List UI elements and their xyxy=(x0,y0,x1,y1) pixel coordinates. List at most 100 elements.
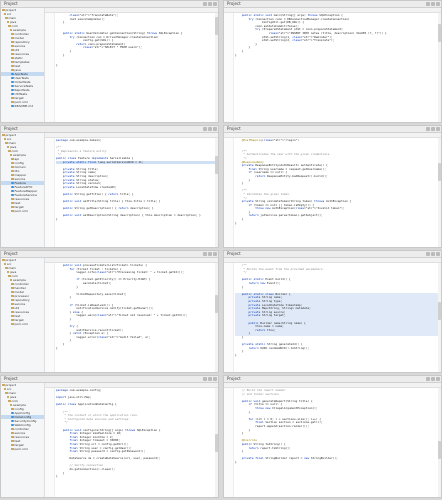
maximize-icon[interactable] xyxy=(431,2,435,6)
close-icon[interactable] xyxy=(213,377,217,381)
minimize-icon[interactable] xyxy=(203,2,207,6)
folder-icon xyxy=(11,177,14,181)
minimize-icon[interactable] xyxy=(203,252,207,256)
folder-icon xyxy=(11,286,14,290)
ide-window: Project AuthController.java @PostMapping(… xyxy=(223,125,442,248)
folder-icon xyxy=(11,431,14,435)
vertical-scrollbar[interactable] xyxy=(438,263,441,372)
close-icon[interactable] xyxy=(436,2,440,6)
line-gutter xyxy=(224,388,234,497)
folder-icon xyxy=(11,169,14,173)
editor-tabs: EventBuilder.java xyxy=(224,258,441,263)
minimize-icon[interactable] xyxy=(203,127,207,131)
folder-icon xyxy=(11,36,14,40)
vertical-scrollbar[interactable] xyxy=(438,138,441,247)
maximize-icon[interactable] xyxy=(431,252,435,256)
scrollbar-thumb[interactable] xyxy=(215,434,218,452)
editor-tabs: UserService.java xyxy=(45,8,218,13)
tree-item[interactable]: pom.xml xyxy=(1,447,44,451)
line-gutter xyxy=(224,13,234,122)
tree-item[interactable]: pom.xml xyxy=(1,209,44,213)
code-editor[interactable]: QueryRunner.java public static void main… xyxy=(224,8,441,122)
window-title-label: Project xyxy=(227,1,241,6)
scrollbar-thumb[interactable] xyxy=(438,302,441,320)
folder-icon xyxy=(11,318,14,322)
maximize-icon[interactable] xyxy=(208,127,212,131)
folder-icon xyxy=(8,149,11,153)
code-editor[interactable]: ReportGenerator.java // Build the report… xyxy=(224,383,441,497)
vertical-scrollbar[interactable] xyxy=(215,138,218,247)
folder-icon xyxy=(11,314,14,318)
editor-tabs: QueryRunner.java xyxy=(224,8,441,13)
java-file-icon xyxy=(11,189,14,193)
scrollbar-thumb[interactable] xyxy=(438,441,441,459)
minimize-icon[interactable] xyxy=(426,127,430,131)
vertical-scrollbar[interactable] xyxy=(215,263,218,372)
minimize-icon[interactable] xyxy=(426,252,430,256)
code-line: } xyxy=(56,218,58,222)
maximize-icon[interactable] xyxy=(208,252,212,256)
minimize-icon[interactable] xyxy=(426,2,430,6)
maximize-icon[interactable] xyxy=(208,377,212,381)
folder-icon xyxy=(11,205,14,209)
folder-icon xyxy=(11,40,14,44)
maximize-icon[interactable] xyxy=(208,2,212,6)
vertical-scrollbar[interactable] xyxy=(438,388,441,497)
folder-icon xyxy=(11,322,14,326)
folder-icon xyxy=(11,44,14,48)
vertical-scrollbar[interactable] xyxy=(215,388,218,497)
folder-icon xyxy=(11,32,14,36)
window-title-label: Project xyxy=(4,1,18,6)
folder-icon xyxy=(11,52,14,56)
close-icon[interactable] xyxy=(213,2,217,6)
maximize-icon[interactable] xyxy=(431,127,435,131)
vertical-scrollbar[interactable] xyxy=(438,13,441,122)
project-tree: project src main java com example controller ha… xyxy=(1,258,45,372)
editor-tabs: TicketProcessor.java xyxy=(45,258,218,263)
tree-item-label: README.md xyxy=(14,104,34,108)
code-editor[interactable]: EventBuilder.java /** * Builds the event… xyxy=(224,258,441,372)
folder-icon xyxy=(5,266,8,270)
ide-window: Project project src main java com example contr… xyxy=(0,0,219,123)
minimize-icon[interactable] xyxy=(426,377,430,381)
code-editor[interactable]: TicketProcessor.java public void process… xyxy=(45,258,218,372)
tree-item[interactable]: pom.xml xyxy=(1,322,44,326)
code-line: } xyxy=(235,353,237,357)
code-editor[interactable]: DataConfig.javapackage com.example.confi… xyxy=(45,383,218,497)
folder-icon xyxy=(6,20,9,24)
editor-tabs: Feature.java xyxy=(45,133,218,138)
tree-item[interactable]: README.md xyxy=(1,104,44,108)
ide-window: Project project src main java com example confi… xyxy=(0,375,219,498)
close-icon[interactable] xyxy=(213,252,217,256)
close-icon[interactable] xyxy=(213,127,217,131)
code-area: package com.example.domain;/** * Represe… xyxy=(56,139,218,247)
code-editor[interactable]: UserService.java class="str">"TranslateN… xyxy=(45,8,218,122)
scrollbar-thumb[interactable] xyxy=(438,163,441,181)
folder-icon xyxy=(9,278,12,282)
folder-icon xyxy=(11,427,14,431)
project-tree: project src main java com example config AppCon… xyxy=(1,383,45,497)
window-title: Project xyxy=(224,1,441,8)
vertical-scrollbar[interactable] xyxy=(215,13,218,122)
folder-icon xyxy=(11,165,14,169)
close-icon[interactable] xyxy=(436,127,440,131)
editor-tabs: DataConfig.java xyxy=(45,383,218,388)
scrollbar-thumb[interactable] xyxy=(438,24,441,42)
window-title: Project xyxy=(224,251,441,258)
close-icon[interactable] xyxy=(436,252,440,256)
scrollbar-thumb[interactable] xyxy=(215,156,218,174)
folder-icon xyxy=(11,209,14,213)
minimize-icon[interactable] xyxy=(203,377,207,381)
code-editor[interactable]: AuthController.java @PostMapping(class="… xyxy=(224,133,441,247)
folder-icon xyxy=(6,270,9,274)
folder-icon xyxy=(5,141,8,145)
scrollbar-thumb[interactable] xyxy=(215,17,218,35)
code-area: public void processTickets(List<Ticket> … xyxy=(56,264,218,372)
scrollbar-thumb[interactable] xyxy=(215,295,218,313)
close-icon[interactable] xyxy=(436,377,440,381)
folder-icon xyxy=(2,383,5,387)
java-file-icon xyxy=(11,415,14,419)
code-line: } xyxy=(235,53,237,57)
code-editor[interactable]: Feature.javapackage com.example.domain;/… xyxy=(45,133,218,247)
maximize-icon[interactable] xyxy=(431,377,435,381)
